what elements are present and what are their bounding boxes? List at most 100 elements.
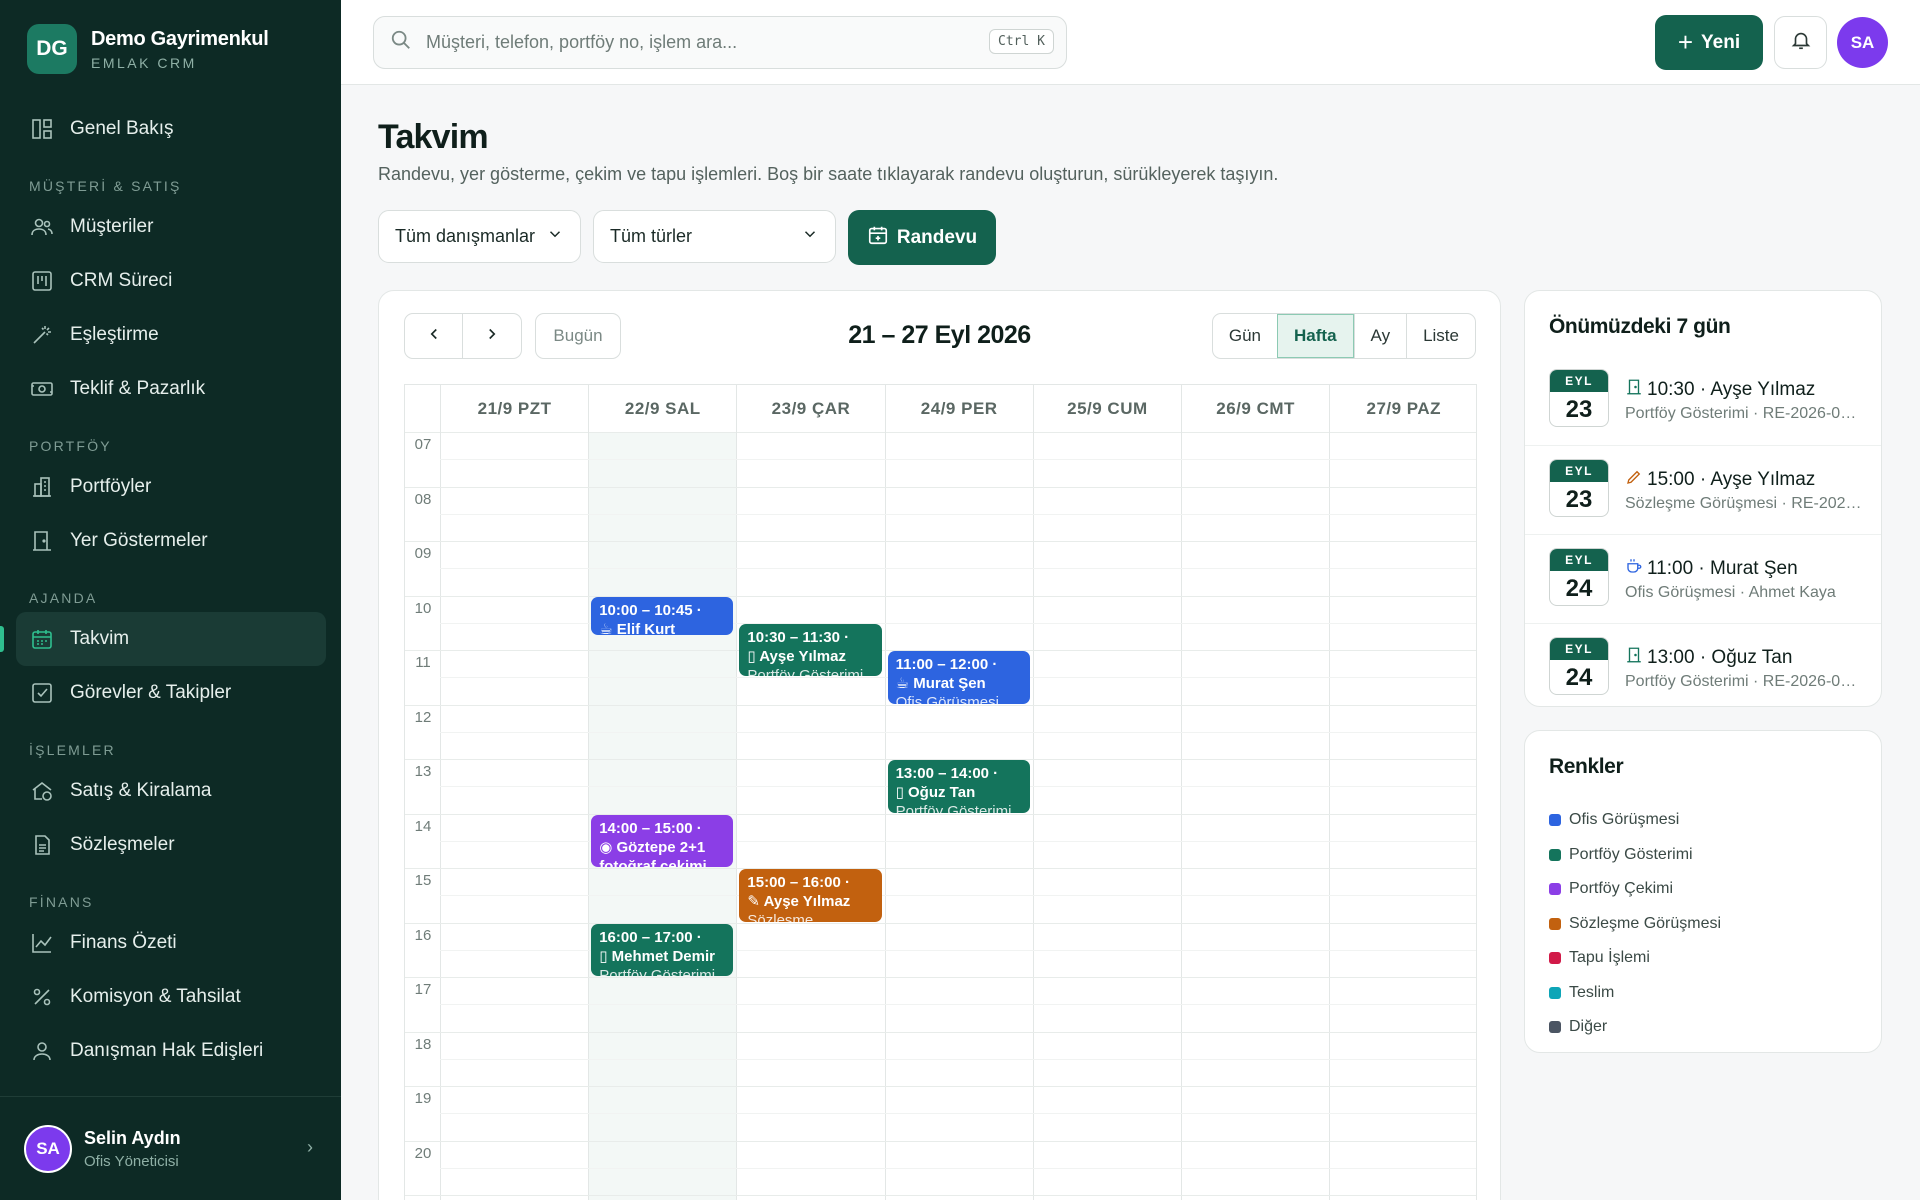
agent-filter-value: Tüm danışmanlar [395, 226, 536, 246]
legend-label: Sözleşme Görüşmesi [1569, 914, 1722, 932]
legend-item: Tapu İşlemi [1549, 941, 1721, 976]
calendar-event[interactable]: 14:00 – 15:00 · ◉ Göztepe 2+1 fotoğraf çe… [591, 814, 734, 867]
event-type: Portföy Gösterimi [747, 666, 864, 677]
upcoming-time-name: 10:30 · Ayşe Yılmaz [1647, 379, 1816, 400]
avatar[interactable]: SA [1837, 17, 1888, 68]
upcoming-time-name: 13:00 · Oğuz Tan [1647, 647, 1793, 668]
user-card[interactable]: SA Selin Aydın Ofis Yöneticisi › [0, 1096, 341, 1200]
nav-item-showings[interactable]: Yer Göstermeler [16, 514, 326, 568]
nav-label: Komisyon & Tahsilat [70, 986, 241, 1007]
column-divider [884, 385, 886, 1200]
upcoming-heading: 15:00 · Ayşe Yılmaz [1625, 468, 1815, 492]
upcoming-item[interactable]: EYL 23 10:30 · Ayşe Yılmaz Portföy Gösterim… [1525, 356, 1881, 445]
hour-label: 11 [415, 654, 431, 671]
nav-section-portfolio: PORTFÖY [29, 438, 112, 454]
type-filter-select[interactable]: Tüm türler [593, 210, 836, 263]
legend-item: Teslim [1549, 976, 1721, 1011]
nav-item-offers[interactable]: Teklif & Pazarlık [16, 362, 326, 416]
building-icon [1625, 646, 1643, 670]
calendar-event[interactable]: 13:00 – 14:00 · ▯ Oğuz Tan Portföy Gösteri… [887, 760, 1030, 813]
upcoming-item[interactable]: EYL 23 15:00 · Ayşe Yılmaz Sözleşme Görüşme… [1525, 445, 1881, 534]
day-header: 23/9 ÇAR [736, 385, 884, 432]
hour-line [405, 595, 1476, 597]
calendar-event[interactable]: 15:00 – 16:00 · ✎ Ayşe Yılmaz Sözleşme Gör… [739, 869, 882, 922]
add-appointment-button[interactable]: Randevu [848, 210, 996, 265]
nav-item-commission[interactable]: Komisyon & Tahsilat [16, 970, 326, 1024]
nav-item-overview[interactable]: Genel Bakış [16, 102, 326, 156]
nav-item-portfolios[interactable]: Portföyler [16, 460, 326, 514]
hour-line [405, 704, 1476, 706]
color-swatch [1549, 986, 1561, 999]
nav-label: CRM Süreci [70, 270, 173, 291]
tab-week[interactable]: Hafta [1277, 314, 1354, 358]
notifications-button[interactable] [1774, 16, 1827, 69]
tab-list[interactable]: Liste [1406, 314, 1475, 358]
building-icon [1625, 378, 1643, 402]
event-type: Portföy Gösterimi [599, 966, 716, 977]
color-swatch [1549, 1021, 1561, 1034]
chevron-down-icon [546, 225, 564, 248]
money-icon [30, 377, 54, 401]
nav-item-calendar[interactable]: Takvim [0, 612, 326, 666]
color-swatch [1549, 883, 1561, 896]
upcoming-heading: 10:30 · Ayşe Yılmaz [1625, 378, 1815, 402]
nav-label: Satış & Kiralama [70, 780, 212, 801]
document-icon [30, 833, 54, 857]
user-role: Ofis Yöneticisi [84, 1152, 179, 1170]
search-icon [390, 29, 412, 56]
tab-day[interactable]: Gün [1213, 314, 1277, 358]
calendar-event[interactable]: 10:00 – 10:45 ·☕ Elif KurtOfis Görüşmesi… [591, 596, 734, 636]
calendar-card: Bugün 21 – 27 Eyl 2026 Gün Hafta Ay List… [378, 290, 1501, 1200]
calendar-event[interactable]: 10:30 – 11:30 · ▯ Ayşe Yılmaz Portföy Göst… [739, 623, 882, 677]
nav-section-customers: MÜŞTERİ & SATIŞ [29, 178, 182, 194]
calendar-event[interactable]: 11:00 – 12:00 · ☕ Murat Şen Ofis Görüşmesi [887, 651, 1030, 704]
event-time: 16:00 – 17:00 · [599, 928, 702, 946]
topbar: Müşteri, telefon, portföy no, işlem ara.… [341, 0, 1920, 85]
nav-item-contracts[interactable]: Sözleşmeler [16, 818, 326, 872]
week-grid[interactable]: 21/9 PZT 22/9 SAL 23/9 ÇAR 24/9 PER 25/9 CUM… [404, 384, 1477, 1200]
hour-label: 08 [414, 490, 432, 508]
brand-name: Demo Gayrimenkul [91, 27, 269, 50]
nav-item-tasks[interactable]: Görevler & Takipler [16, 666, 326, 720]
half-hour-line [440, 1167, 1476, 1169]
nav-item-sales[interactable]: Satış & Kiralama [16, 764, 326, 818]
hour-label: 07 [414, 436, 432, 453]
search-input[interactable]: Müşteri, telefon, portföy no, işlem ara.… [373, 16, 1067, 69]
nav-item-customers[interactable]: Müşteriler [16, 200, 326, 254]
upcoming-time-name: 11:00 · Murat Şen [1647, 558, 1798, 579]
color-swatch [1549, 917, 1561, 930]
date-badge: EYL 23 [1549, 459, 1609, 517]
agent-filter-select[interactable]: Tüm danışmanlar [378, 210, 581, 263]
brand[interactable]: DG Demo Gayrimenkul EMLAK CRM [27, 24, 269, 74]
nav-item-finance[interactable]: Finans Özeti [16, 916, 326, 970]
legend-item: Ofis Görüşmesi [1549, 803, 1721, 838]
color-swatch [1549, 814, 1561, 827]
nav-item-agent-earnings[interactable]: Danışman Hak Edişleri [16, 1024, 326, 1078]
search-placeholder: Müşteri, telefon, portföy no, işlem ara.… [426, 32, 738, 52]
event-time: 10:30 – 11:30 · [747, 628, 850, 646]
nav-item-matching[interactable]: Eşleştirme [16, 308, 326, 362]
header-divider [405, 432, 1476, 433]
page-description: Randevu, yer gösterme, çekim ve tapu işl… [378, 164, 1279, 184]
new-button-label: Yeni [1701, 31, 1741, 53]
half-hour-line [440, 1113, 1476, 1115]
upcoming-item[interactable]: EYL 24 13:00 · Oğuz Tan Portföy Gösterimi ·… [1525, 623, 1881, 712]
date-month: EYL [1550, 460, 1608, 482]
date-month: EYL [1550, 549, 1608, 571]
tab-month[interactable]: Ay [1353, 314, 1407, 358]
legend-item: Sözleşme Görüşmesi [1549, 907, 1721, 942]
legend-list: Ofis Görüşmesi Portföy Gösterimi Portföy Ç… [1549, 803, 1721, 1045]
event-time: 14:00 – 15:00 · [599, 819, 702, 837]
date-day: 24 [1565, 664, 1593, 691]
nav-item-crm[interactable]: CRM Süreci [16, 254, 326, 308]
event-time: 11:00 – 12:00 · [895, 656, 998, 673]
legend-label: Diğer [1569, 1018, 1608, 1036]
calendar-event[interactable]: 16:00 – 17:00 · ▯ Mehmet Demir Portföy Gös… [591, 923, 734, 977]
upcoming-item[interactable]: EYL 24 11:00 · Murat Şen Ofis Görüşmesi · A… [1525, 534, 1881, 623]
buildings-icon [30, 475, 54, 499]
type-filter-value: Tüm türler [610, 226, 693, 246]
hour-line [405, 1086, 1476, 1087]
checkbox-icon [30, 681, 54, 705]
hour-line [405, 813, 1476, 815]
new-button[interactable]: + Yeni [1655, 15, 1763, 70]
